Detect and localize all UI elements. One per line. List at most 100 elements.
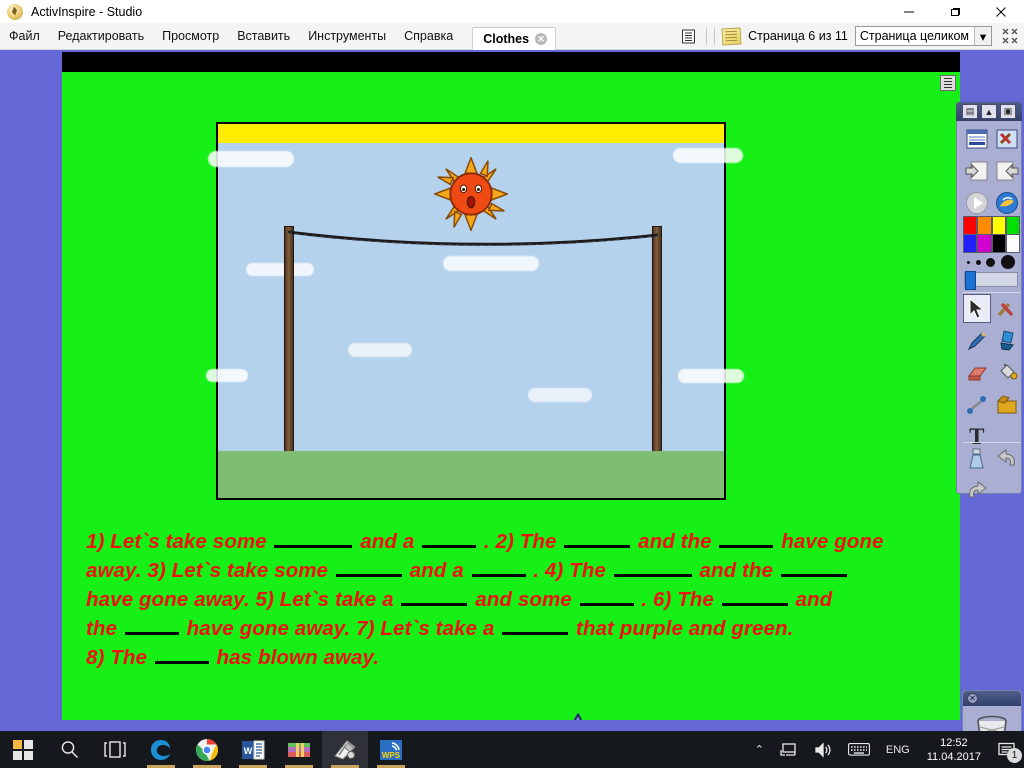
toolbox-divider-2 <box>963 292 1021 293</box>
answer-blank[interactable] <box>124 616 179 635</box>
undo-icon[interactable] <box>994 444 1022 473</box>
select-tool-icon[interactable] <box>963 294 991 323</box>
answer-blank[interactable] <box>721 587 788 606</box>
media-tool-icon[interactable] <box>994 390 1022 419</box>
page-indicator: Страница 6 из 11 <box>748 29 848 43</box>
answer-blank[interactable] <box>335 558 402 577</box>
text-run: and the <box>693 559 779 582</box>
clothesline-illustration[interactable] <box>206 122 744 500</box>
menu-insert[interactable]: Вставить <box>228 25 299 47</box>
clock[interactable]: 12:52 11.04.2017 <box>918 731 990 768</box>
swatch-orange[interactable] <box>977 216 992 235</box>
menu-edit[interactable]: Редактировать <box>49 25 153 47</box>
play-icon[interactable] <box>963 188 991 217</box>
tool-settings-icon[interactable] <box>994 124 1022 153</box>
answer-blank[interactable] <box>154 645 209 664</box>
window-controls <box>886 0 1024 23</box>
answer-blank[interactable] <box>401 587 468 606</box>
tools-icon[interactable] <box>994 294 1022 323</box>
flipchart-text[interactable]: 1) Let`s take some and a . 2) The and th… <box>86 527 946 672</box>
notifications-button[interactable]: 1 <box>990 731 1024 768</box>
winrar-icon <box>288 742 310 757</box>
tab-label: Clothes <box>483 31 530 46</box>
taskbar-wps[interactable]: WPS <box>368 731 414 768</box>
pen-size-2[interactable] <box>975 259 981 265</box>
pages-browser-icon[interactable] <box>963 124 991 153</box>
swatch-red[interactable] <box>963 216 978 235</box>
answer-blank[interactable] <box>564 529 631 548</box>
taskbar-word[interactable]: W <box>230 731 276 768</box>
page-sorter-icon[interactable] <box>678 26 699 47</box>
text-run: 8) The <box>86 646 153 669</box>
minimize-button[interactable] <box>886 0 932 23</box>
answer-blank[interactable] <box>422 529 477 548</box>
taskbar-activinspire[interactable] <box>322 731 368 768</box>
network-icon[interactable] <box>772 731 806 768</box>
menu-view[interactable]: Просмотр <box>153 25 228 47</box>
answer-blank[interactable] <box>780 558 847 577</box>
clear-tool-icon[interactable] <box>963 444 991 473</box>
answer-blank[interactable] <box>719 529 774 548</box>
taskbar-edge[interactable] <box>138 731 184 768</box>
language-indicator[interactable]: ENG <box>878 731 918 768</box>
toolbox-header[interactable]: ▤ ▲ ▣ <box>956 102 1022 121</box>
clothesline-pole-left <box>284 226 294 458</box>
answer-blank[interactable] <box>274 529 353 548</box>
chevron-down-icon[interactable]: ▾ <box>974 27 991 45</box>
taskbar-chrome[interactable] <box>184 731 230 768</box>
next-page-icon[interactable] <box>994 156 1022 185</box>
answer-blank[interactable] <box>613 558 692 577</box>
pen-size-3[interactable] <box>986 257 996 267</box>
page-notes-icon[interactable] <box>940 75 956 91</box>
maximize-button[interactable] <box>932 0 978 23</box>
taskbar-winrar[interactable] <box>276 731 322 768</box>
menu-help[interactable]: Справка <box>395 25 462 47</box>
redo-icon[interactable] <box>963 476 991 505</box>
zoom-select[interactable]: Страница целиком ▾ <box>854 26 992 46</box>
highlighter-tool-icon[interactable] <box>994 326 1022 355</box>
previous-page-icon[interactable] <box>963 156 991 185</box>
toolbox-menu-icon[interactable]: ▤ <box>962 104 978 119</box>
fill-tool-icon[interactable] <box>994 358 1022 387</box>
tab-close-icon[interactable]: ✕ <box>535 32 548 45</box>
flipchart-canvas[interactable]: 1) Let`s take some and a . 2) The and th… <box>62 72 960 720</box>
volume-icon[interactable] <box>806 731 840 768</box>
menu-tools[interactable]: Инструменты <box>299 25 395 47</box>
chrome-icon <box>196 738 218 761</box>
pen-size-1[interactable] <box>966 260 970 264</box>
pen-width-slider[interactable] <box>964 271 1018 290</box>
swatch-magenta[interactable] <box>977 234 992 253</box>
task-view-button[interactable] <box>92 731 138 768</box>
text-run: have gone <box>775 530 884 553</box>
toolbox-collapse-icon[interactable]: ▲ <box>981 104 997 119</box>
shape-tool-icon[interactable] <box>963 390 991 419</box>
picture-banner <box>218 124 724 143</box>
answer-blank[interactable] <box>579 587 634 606</box>
slider-knob[interactable] <box>965 271 976 290</box>
swatch-blue[interactable] <box>963 234 978 253</box>
resource-browser-icon[interactable] <box>994 188 1022 217</box>
text-run: and the <box>632 530 718 553</box>
swatch-yellow[interactable] <box>991 216 1006 235</box>
swatch-white[interactable] <box>1005 234 1020 253</box>
sticky-note-icon[interactable] <box>721 27 742 45</box>
search-button[interactable] <box>46 731 92 768</box>
close-icon[interactable]: ✕ <box>967 693 978 704</box>
keyboard-icon[interactable] <box>840 731 878 768</box>
toolbox-lock-icon[interactable]: ▣ <box>1000 104 1016 119</box>
tab-clothes[interactable]: Clothes ✕ <box>472 26 557 50</box>
pen-size-4[interactable] <box>1001 255 1016 269</box>
eraser-tool-icon[interactable] <box>963 358 991 387</box>
fullscreen-icon[interactable] <box>999 26 1020 47</box>
star-shape[interactable] <box>547 712 607 720</box>
start-button[interactable] <box>0 731 46 768</box>
swatch-black[interactable] <box>991 234 1006 253</box>
tray-chevron-icon[interactable]: ⌃ <box>747 731 772 768</box>
answer-blank[interactable] <box>502 616 569 635</box>
zoom-select-value: Страница целиком <box>859 29 969 43</box>
menu-file[interactable]: Файл <box>0 25 49 47</box>
pen-tool-icon[interactable] <box>963 326 991 355</box>
close-button[interactable] <box>978 0 1024 23</box>
swatch-green[interactable] <box>1005 216 1020 235</box>
answer-blank[interactable] <box>471 558 526 577</box>
